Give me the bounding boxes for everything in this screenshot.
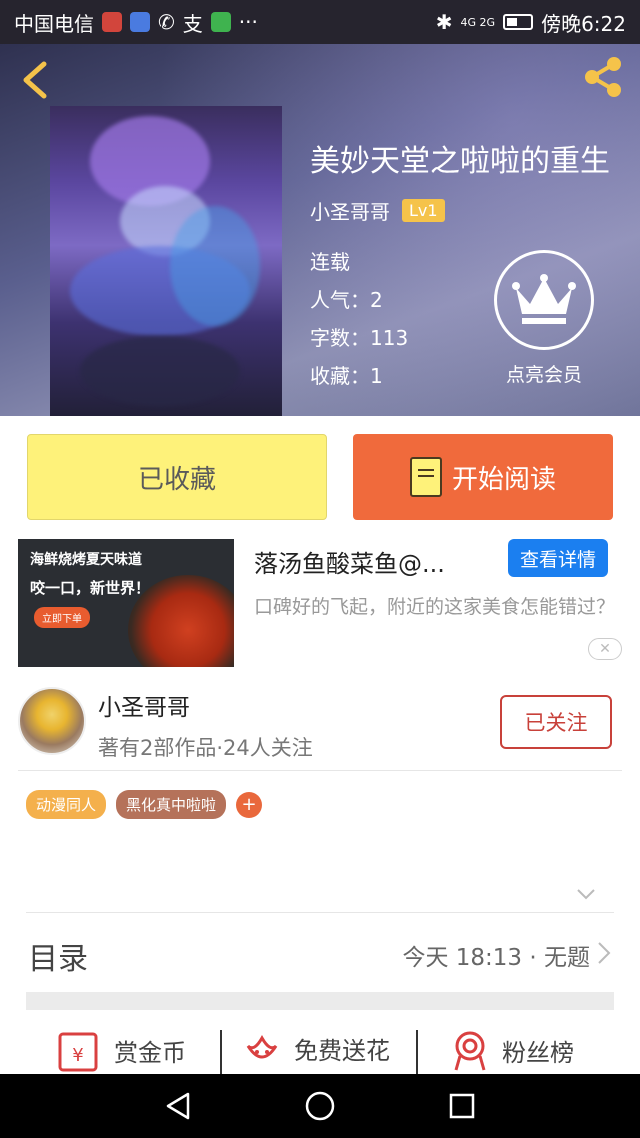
share-icon[interactable] xyxy=(580,54,626,100)
collected-button[interactable]: 已收藏 xyxy=(27,434,327,520)
system-navigation-bar xyxy=(0,1074,640,1138)
recent-apps-square-icon[interactable] xyxy=(446,1090,478,1122)
start-reading-button[interactable]: 开始阅读 xyxy=(353,434,613,520)
carrier-label: 中国电信 xyxy=(14,11,94,36)
ad-image-order-label: 立即下单 xyxy=(34,607,90,628)
book-title: 美妙天堂之啦啦的重生 xyxy=(310,144,610,179)
home-circle-icon[interactable] xyxy=(304,1090,336,1122)
section-spacer xyxy=(26,992,614,1010)
tag-item[interactable]: 动漫同人 xyxy=(26,790,107,819)
signal-label: 4G 2G xyxy=(460,15,496,29)
book-icon xyxy=(409,457,442,497)
book-favorites: 收藏：1 xyxy=(310,364,383,388)
chevron-left-icon[interactable] xyxy=(18,60,52,100)
alipay-icon: 支 xyxy=(182,11,203,36)
ad-image[interactable]: 海鲜烧烤夏天味道 咬一口，新世界！ 立即下单 xyxy=(18,539,234,667)
red-envelope-icon: ¥ xyxy=(58,1032,98,1072)
tag-item[interactable]: 黑化真中啦啦 xyxy=(116,790,227,819)
level-badge: Lv1 xyxy=(402,199,445,222)
fans-ranking-label: 粉丝榜 xyxy=(502,1038,574,1067)
bottom-action-bar: ¥ 赏金币 免费送花 粉丝榜 xyxy=(0,1028,640,1076)
status-bar: 中国电信 ✆ 支 ··· ✱ 4G 2G 傍晚6:22 xyxy=(0,0,640,44)
ad-image-headline: 海鲜烧烤夏天味道 xyxy=(30,552,142,568)
tag-list: 动漫同人 黑化真中啦啦 + xyxy=(26,790,263,819)
book-detail-content: 已收藏 开始阅读 海鲜烧烤夏天味道 咬一口，新世界！ 立即下单 落汤鱼酸菜鱼@.… xyxy=(0,416,640,1076)
follow-button[interactable]: 已关注 xyxy=(500,695,612,749)
book-word-count: 字数：113 xyxy=(310,326,409,350)
divider xyxy=(220,1030,222,1076)
send-flower-label: 免费送花 xyxy=(294,1036,390,1065)
battery-icon xyxy=(503,14,534,30)
chevron-right-icon[interactable] xyxy=(596,940,612,966)
ad-title[interactable]: 落汤鱼酸菜鱼@... xyxy=(254,544,445,579)
bluetooth-icon: ✱ xyxy=(435,10,453,34)
vip-button[interactable]: 点亮会员 xyxy=(492,250,596,387)
divider xyxy=(26,912,614,913)
book-popularity: 人气：2 xyxy=(310,288,383,312)
clock: 傍晚6:22 xyxy=(541,11,626,36)
reward-coins-button[interactable]: ¥ 赏金币 xyxy=(56,1028,186,1072)
vip-label: 点亮会员 xyxy=(505,364,582,386)
ad-image-slogan: 咬一口，新世界！ xyxy=(30,579,151,597)
book-author-name[interactable]: 小圣哥哥 xyxy=(310,196,390,225)
reward-coins-label: 赏金币 xyxy=(114,1038,186,1067)
more-notifications-icon: ··· xyxy=(238,10,258,34)
ad-description: 口碑好的飞起，附近的这家美食怎能错过？ xyxy=(254,596,616,618)
ad-close-button[interactable]: ✕ xyxy=(588,638,622,660)
author-info: 著有2部作品·24人关注 xyxy=(98,736,313,760)
flower-icon xyxy=(246,1034,278,1059)
toc-latest-chapter[interactable]: 今天 18:13 · 无题 xyxy=(402,938,590,972)
svg-text:¥: ¥ xyxy=(72,1045,83,1066)
divider xyxy=(18,770,622,771)
book-author-row: 小圣哥哥 Lv1 xyxy=(310,196,445,225)
ad-detail-button[interactable]: 查看详情 xyxy=(508,539,608,577)
start-reading-label: 开始阅读 xyxy=(451,464,556,495)
send-flower-button[interactable]: 免费送花 xyxy=(242,1028,390,1068)
toc-label[interactable]: 目录 xyxy=(28,934,88,978)
book-header: 美妙天堂之啦啦的重生 小圣哥哥 Lv1 连载 人气：2 字数：113 收藏：1 … xyxy=(0,44,640,416)
back-triangle-icon[interactable] xyxy=(162,1090,194,1122)
chevron-down-icon[interactable] xyxy=(576,884,596,904)
fans-ranking-button[interactable]: 粉丝榜 xyxy=(450,1028,574,1072)
book-cover-image[interactable] xyxy=(50,106,282,416)
divider xyxy=(416,1030,418,1076)
add-tag-button[interactable]: + xyxy=(236,791,263,818)
medal-icon xyxy=(454,1031,486,1071)
baidu-paw-icon xyxy=(130,12,150,32)
iqiyi-icon xyxy=(210,12,231,32)
author-avatar[interactable] xyxy=(18,687,86,755)
crown-icon xyxy=(494,250,594,350)
author-name[interactable]: 小圣哥哥 xyxy=(98,688,190,722)
phone-icon: ✆ xyxy=(158,10,175,34)
book-status: 连载 xyxy=(310,250,350,274)
notification-app-icon xyxy=(102,12,122,32)
